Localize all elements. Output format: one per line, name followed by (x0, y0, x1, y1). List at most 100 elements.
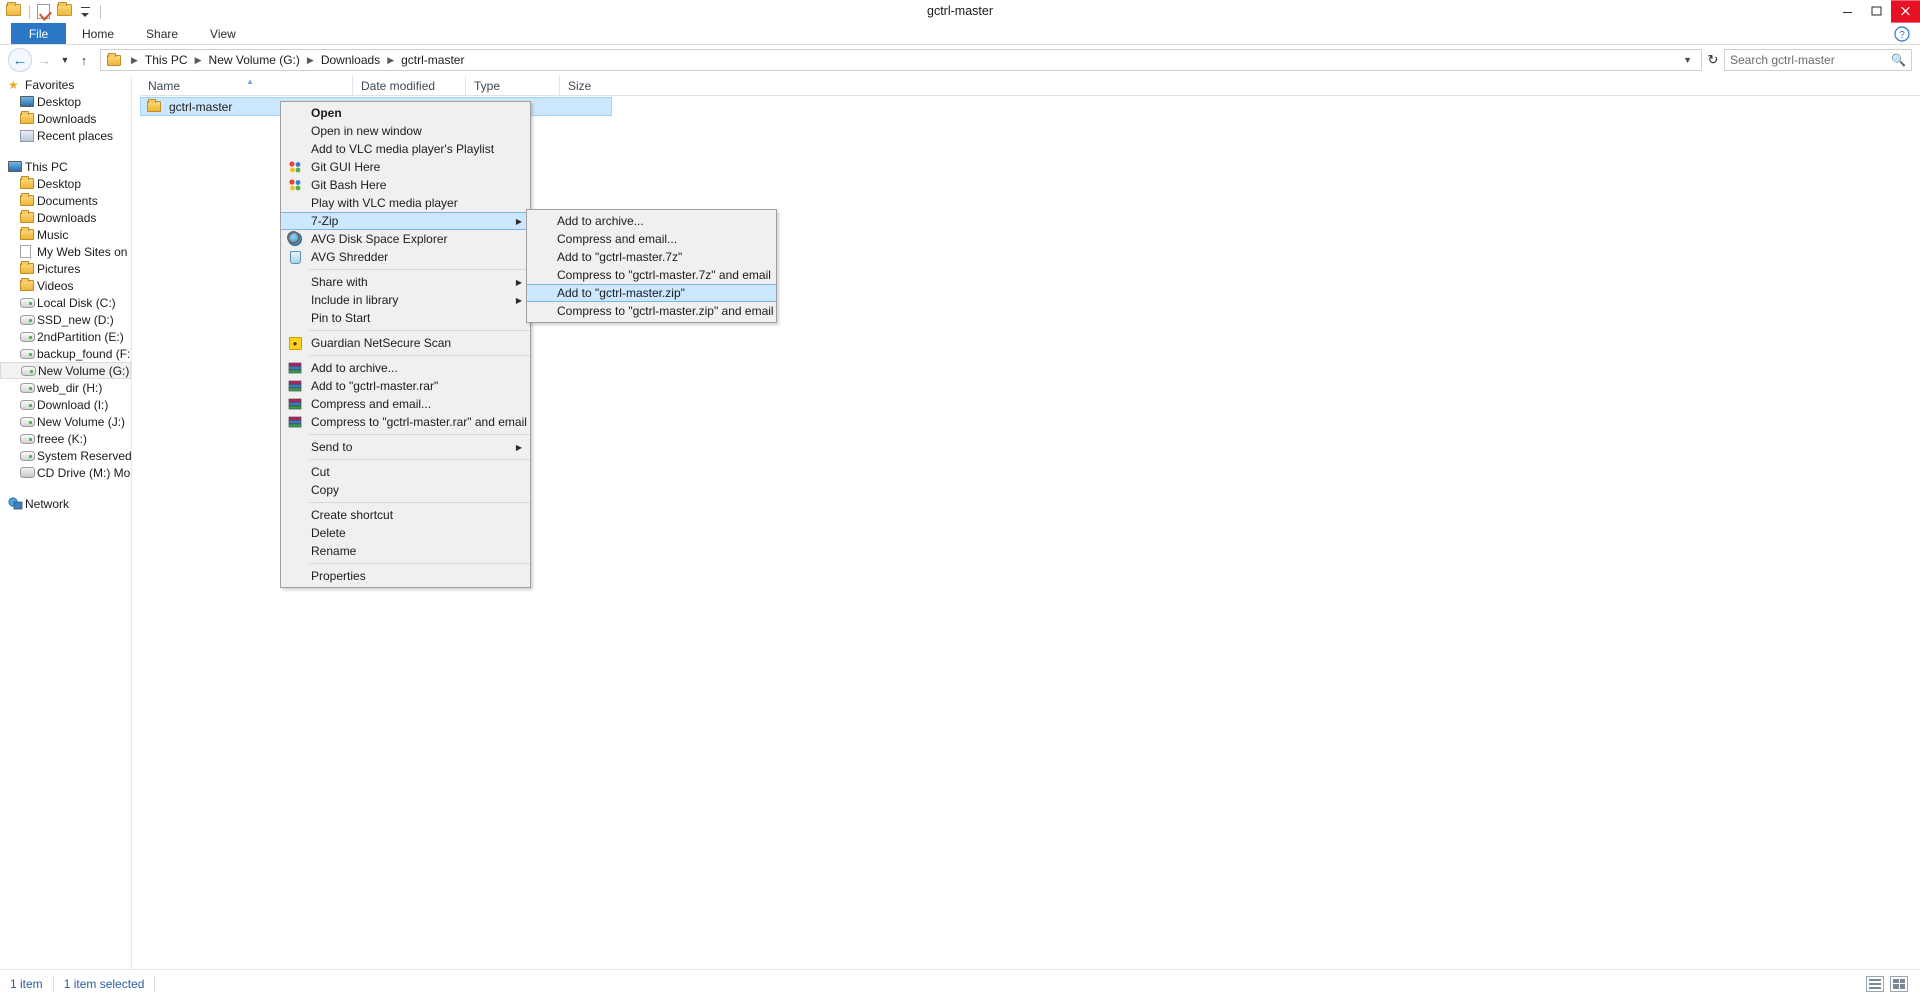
search-icon[interactable]: 🔍 (1891, 53, 1906, 67)
column-header-type[interactable]: Type (465, 75, 559, 96)
column-header-date-modified[interactable]: Date modified (352, 75, 465, 96)
menu-item-open[interactable]: Open (281, 104, 530, 122)
sidebar-item-web-dir-h[interactable]: web_dir (H:) (0, 379, 131, 396)
menu-label-send-to: Send to (311, 440, 353, 454)
breadcrumb-item-new-volume-g[interactable]: New Volume (G:) (206, 53, 303, 67)
menu-item-7-zip[interactable]: 7-Zip ▶ (281, 212, 530, 230)
sidebar-item-2ndpartition-e[interactable]: 2ndPartition (E:) (0, 328, 131, 345)
sidebar-item-network[interactable]: Network (0, 495, 131, 512)
menu-item-guardian-netsecure-scan[interactable]: ● Guardian NetSecure Scan (281, 334, 530, 352)
close-button[interactable] (1891, 0, 1920, 23)
menu-item-properties[interactable]: Properties (281, 567, 530, 585)
customize-quick-access-icon[interactable] (77, 6, 93, 17)
menu-separator-2 (309, 330, 530, 331)
sidebar-label-downloads: Downloads (37, 210, 97, 225)
sidebar-item-local-disk-c[interactable]: Local Disk (C:) (0, 294, 131, 311)
menu-item-add-to-vlc-playlist[interactable]: Add to VLC media player's Playlist (281, 140, 530, 158)
menu-item-compress-and-email[interactable]: Compress and email... (281, 395, 530, 413)
submenu-item-add-to-archive[interactable]: Add to archive... (527, 212, 776, 230)
sidebar-item-favorites[interactable]: ★ Favorites (0, 76, 131, 93)
sidebar-item-documents[interactable]: Documents (0, 192, 131, 209)
menu-item-avg-shredder[interactable]: AVG Shredder (281, 248, 530, 266)
menu-item-share-with[interactable]: Share with ▶ (281, 273, 530, 291)
column-header-name[interactable]: ▲ Name (140, 76, 352, 96)
breadcrumb-item-gctrl-master[interactable]: gctrl-master (398, 53, 467, 67)
large-icons-view-icon[interactable] (1890, 975, 1908, 992)
sidebar-item-new-volume-j[interactable]: New Volume (J:) (0, 413, 131, 430)
sidebar-item-videos[interactable]: Videos (0, 277, 131, 294)
window-controls (1833, 0, 1920, 23)
sidebar-item-system-reserved-l[interactable]: System Reserved (L:) (0, 447, 131, 464)
tab-share[interactable]: Share (130, 23, 194, 44)
breadcrumb-dropdown-icon[interactable]: ▼ (1678, 55, 1697, 65)
menu-item-include-in-library[interactable]: Include in library ▶ (281, 291, 530, 309)
recent-locations-icon[interactable]: ▼ (56, 48, 74, 72)
pane-divider[interactable] (131, 76, 132, 969)
folder-icon[interactable] (6, 1, 22, 20)
menu-item-copy[interactable]: Copy (281, 481, 530, 499)
sidebar-item-cd-drive-m[interactable]: CD Drive (M:) Mobil (0, 464, 131, 481)
navigation-pane[interactable]: ★ Favorites Desktop Downloads Recent pla… (0, 76, 131, 969)
new-folder-icon[interactable] (57, 1, 73, 20)
context-menu[interactable]: Open Open in new window Add to VLC media… (280, 101, 531, 588)
column-header-size[interactable]: Size (559, 75, 625, 96)
breadcrumb-item-downloads[interactable]: Downloads (318, 53, 383, 67)
submenu-item-compress-to-zip-and-email[interactable]: Compress to "gctrl-master.zip" and email (527, 302, 776, 320)
sidebar-item-freee-k[interactable]: freee (K:) (0, 430, 131, 447)
menu-item-pin-to-start[interactable]: Pin to Start (281, 309, 530, 327)
sidebar-item-new-volume-g[interactable]: New Volume (G:) (0, 362, 131, 379)
sidebar-item-desktop[interactable]: Desktop (0, 175, 131, 192)
sidebar-item-backup-found-f[interactable]: backup_found (F:) (0, 345, 131, 362)
menu-item-rename[interactable]: Rename (281, 542, 530, 560)
menu-item-add-to-archive[interactable]: Add to archive... (281, 359, 530, 377)
back-arrow-icon[interactable]: ← (8, 48, 32, 72)
title-bar: gctrl-master (0, 0, 1920, 23)
menu-item-git-gui-here[interactable]: Git GUI Here (281, 158, 530, 176)
sidebar-item-downloads-fav[interactable]: Downloads (0, 110, 131, 127)
submenu-item-add-to-zip[interactable]: Add to "gctrl-master.zip" (527, 284, 776, 302)
menu-item-send-to[interactable]: Send to ▶ (281, 438, 530, 456)
sidebar-item-this-pc[interactable]: This PC (0, 158, 131, 175)
forward-arrow-icon[interactable]: → (32, 48, 56, 72)
menu-item-add-to-rar[interactable]: Add to "gctrl-master.rar" (281, 377, 530, 395)
help-icon[interactable]: ? (1894, 23, 1910, 44)
breadcrumb-item-this-pc[interactable]: This PC (142, 53, 191, 67)
breadcrumb[interactable]: ▶ This PC ▶ New Volume (G:) ▶ Downloads … (100, 49, 1702, 71)
menu-item-play-with-vlc[interactable]: Play with VLC media player (281, 194, 530, 212)
status-bar: 1 item 1 item selected (0, 969, 1920, 997)
sidebar-item-downloads[interactable]: Downloads (0, 209, 131, 226)
tab-view[interactable]: View (194, 23, 252, 44)
submenu-item-compress-and-email[interactable]: Compress and email... (527, 230, 776, 248)
sidebar-item-desktop-fav[interactable]: Desktop (0, 93, 131, 110)
sidebar-item-music[interactable]: Music (0, 226, 131, 243)
menu-item-create-shortcut[interactable]: Create shortcut (281, 506, 530, 524)
submenu-item-add-to-7z[interactable]: Add to "gctrl-master.7z" (527, 248, 776, 266)
submenu-item-compress-to-7z-and-email[interactable]: Compress to "gctrl-master.7z" and email (527, 266, 776, 284)
details-view-icon[interactable] (1866, 975, 1884, 992)
maximize-button[interactable] (1862, 0, 1891, 23)
tab-file[interactable]: File (11, 23, 66, 44)
menu-item-cut[interactable]: Cut (281, 463, 530, 481)
seven-zip-submenu[interactable]: Add to archive... Compress and email... … (526, 209, 777, 323)
minimize-button[interactable] (1833, 0, 1862, 23)
menu-label-pin-to-start: Pin to Start (311, 311, 371, 325)
search-input[interactable]: Search gctrl-master 🔍 (1724, 49, 1912, 71)
sidebar-item-my-web-sites[interactable]: My Web Sites on MS (0, 243, 131, 260)
menu-separator-1 (309, 269, 530, 270)
menu-label-7-zip: 7-Zip (311, 214, 339, 228)
refresh-icon[interactable]: ↻ (1702, 52, 1724, 68)
sidebar-item-pictures[interactable]: Pictures (0, 260, 131, 277)
properties-icon[interactable] (37, 3, 53, 20)
menu-item-open-in-new-window[interactable]: Open in new window (281, 122, 530, 140)
menu-item-git-bash-here[interactable]: Git Bash Here (281, 176, 530, 194)
sidebar-item-ssd-new-d[interactable]: SSD_new (D:) (0, 311, 131, 328)
nav-group-this-pc: This PC Desktop Documents Downloads Musi… (0, 158, 131, 481)
sidebar-item-recent-places[interactable]: Recent places (0, 127, 131, 144)
sidebar-item-download-i[interactable]: Download (I:) (0, 396, 131, 413)
tab-home[interactable]: Home (66, 23, 130, 44)
up-arrow-icon[interactable]: ↑ (74, 48, 94, 72)
menu-label-delete: Delete (311, 526, 346, 540)
menu-item-avg-disk-space-explorer[interactable]: AVG Disk Space Explorer (281, 230, 530, 248)
menu-item-delete[interactable]: Delete (281, 524, 530, 542)
menu-item-compress-to-rar-and-email[interactable]: Compress to "gctrl-master.rar" and email (281, 413, 530, 431)
